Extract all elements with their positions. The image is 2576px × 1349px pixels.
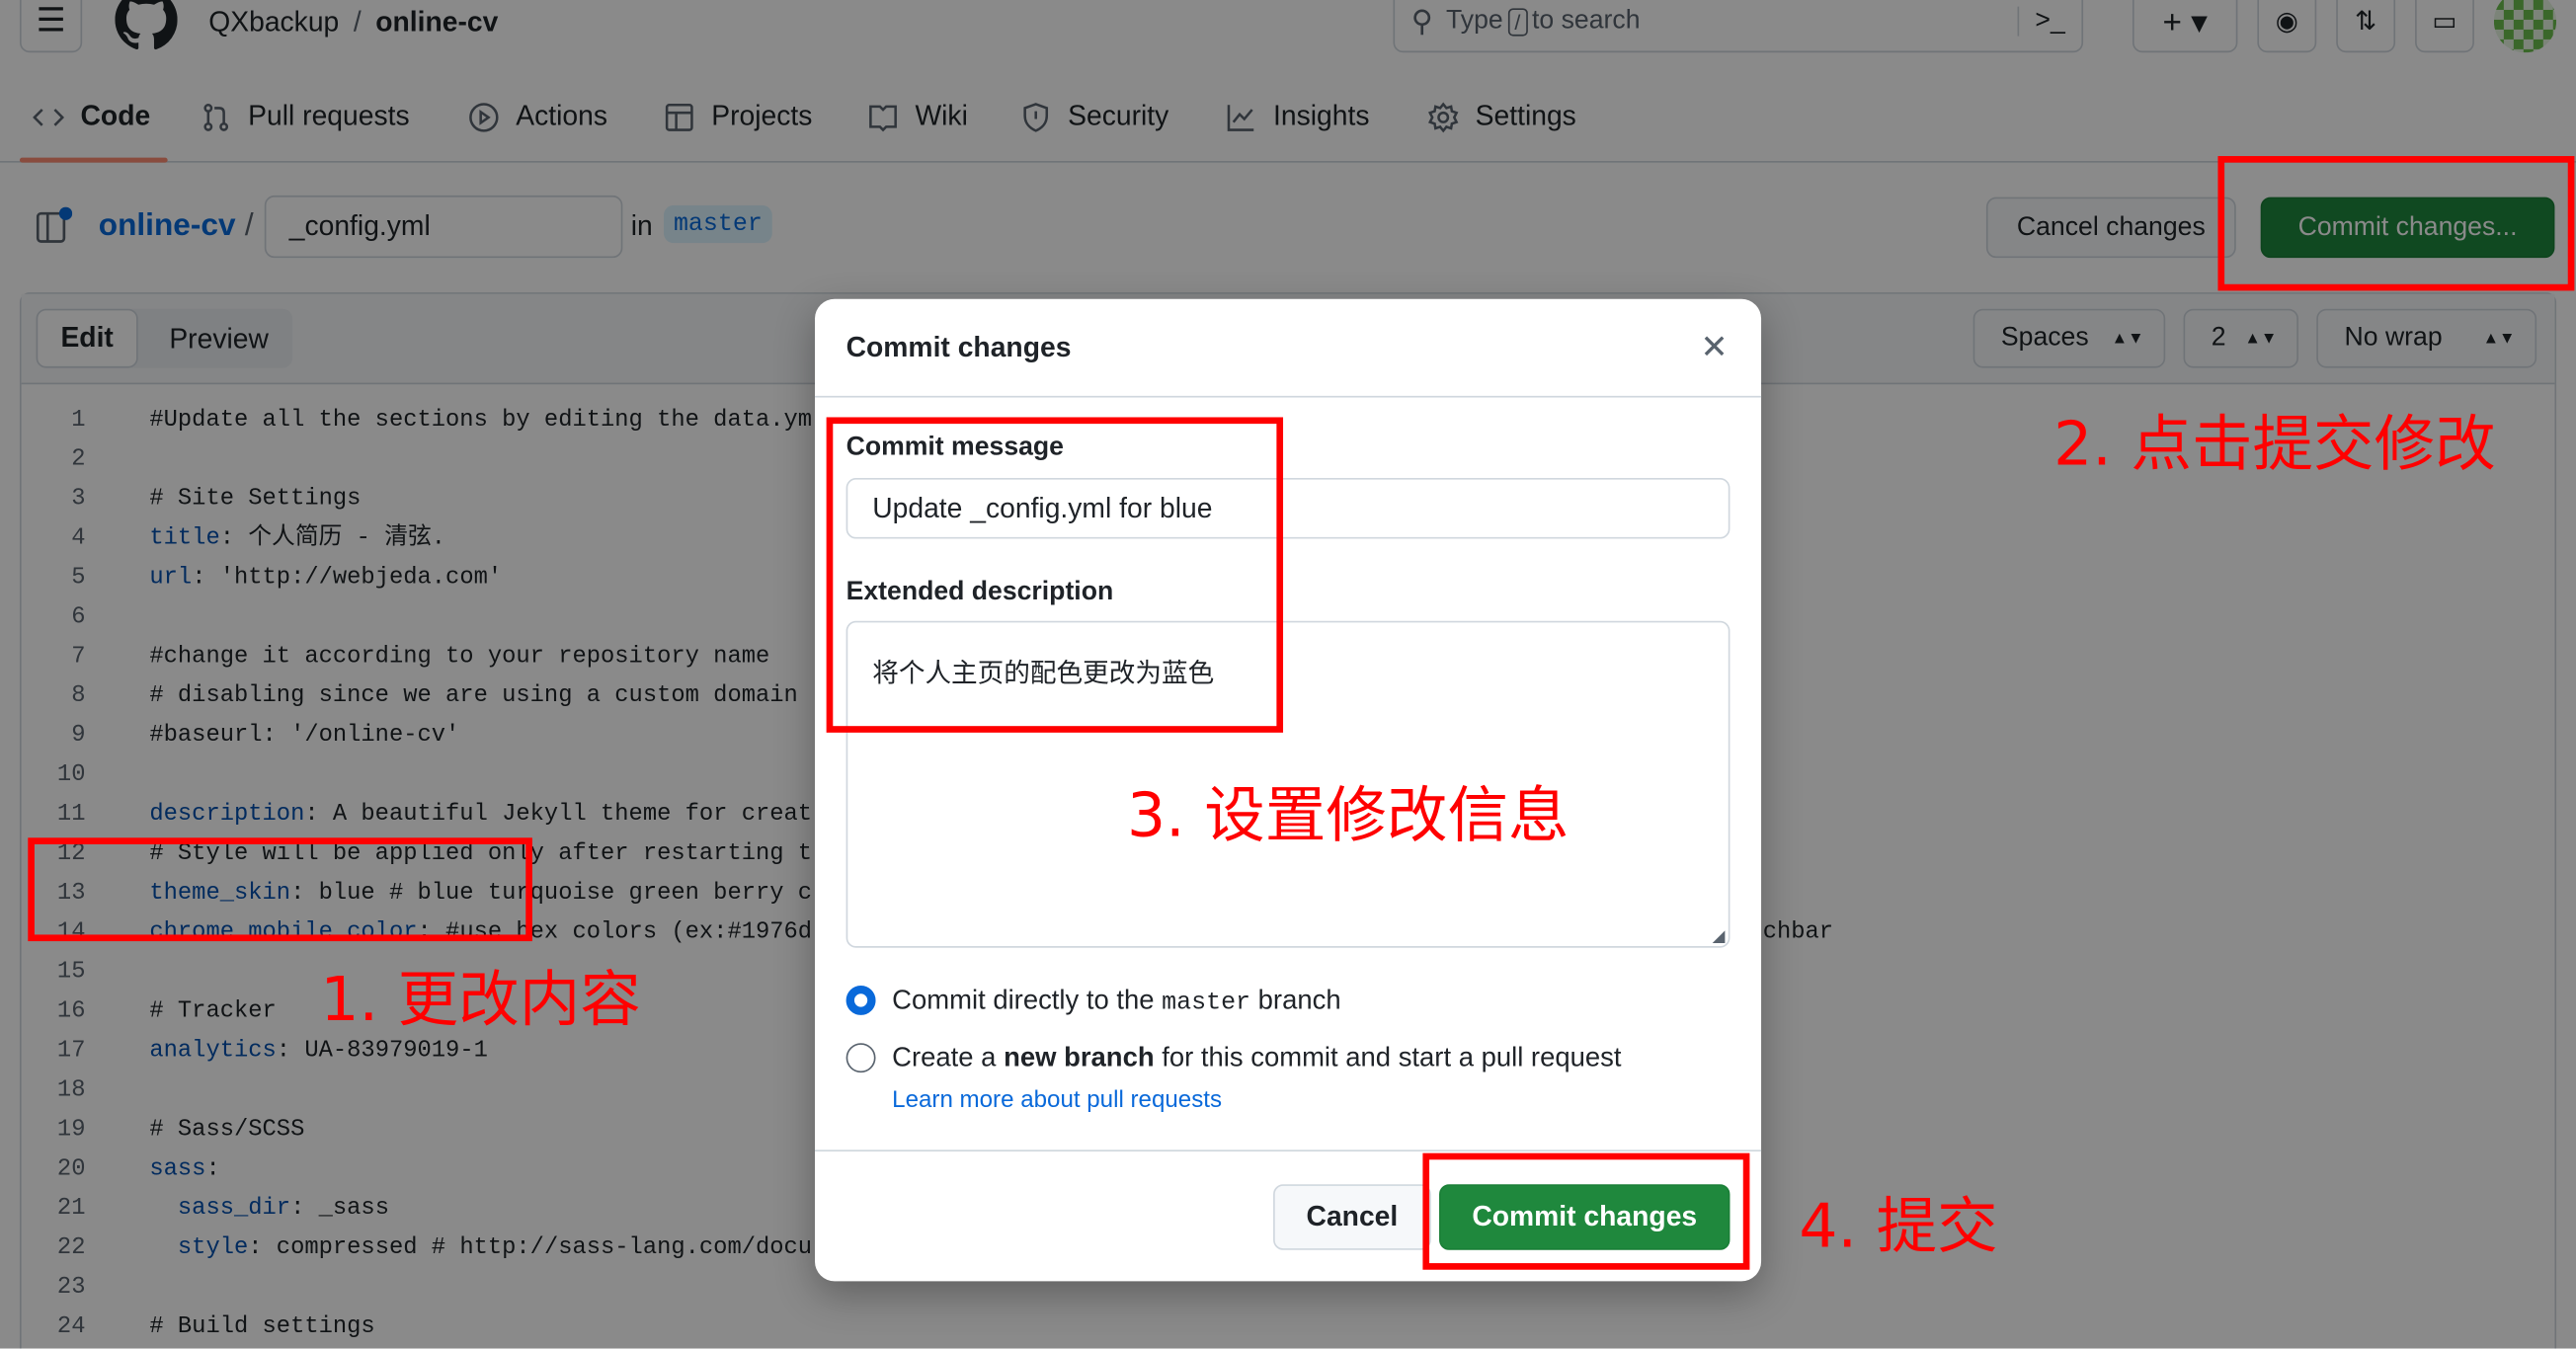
learn-more-link[interactable]: Learn more about pull requests (892, 1087, 1222, 1114)
option-commit-directly-label[interactable]: Commit directly to the master branch (892, 986, 1340, 1017)
option-new-text: Create a (892, 1043, 997, 1073)
option-direct-suffix: branch (1257, 985, 1341, 1015)
annotation-box-submit (1422, 1152, 1750, 1270)
radio-commit-directly[interactable] (845, 985, 876, 1015)
cancel-label: Cancel (1306, 1200, 1399, 1232)
radio-new-branch[interactable] (845, 1043, 876, 1073)
cancel-button[interactable]: Cancel (1273, 1184, 1431, 1250)
annotation-step-1: 1. 更改内容 (320, 964, 641, 1035)
dialog-title: Commit changes (845, 331, 1072, 363)
option-direct-text: Commit directly to the (892, 985, 1155, 1015)
dialog-header-divider (814, 395, 1762, 398)
close-icon[interactable]: ✕ (1701, 327, 1729, 368)
annotation-step-3: 3. 设置修改信息 (1127, 780, 1570, 851)
option-new-branch-label[interactable]: Create a new branch for this commit and … (892, 1043, 1621, 1074)
annotation-step-4: 4. 提交 (1799, 1190, 1998, 1262)
annotation-box-commit-button (2217, 156, 2575, 291)
option-direct-branch: master (1162, 989, 1251, 1017)
option-new-suffix: for this commit and start a pull request (1162, 1043, 1622, 1073)
annotation-box-changed-lines (28, 837, 532, 942)
option-new-bold: new branch (1004, 1043, 1155, 1073)
dialog-footer-divider (814, 1150, 1762, 1151)
resize-handle-icon[interactable]: ◢ (1713, 928, 1726, 946)
annotation-box-commit-form (826, 417, 1284, 733)
annotation-step-2: 2. 点击提交修改 (2053, 409, 2496, 480)
